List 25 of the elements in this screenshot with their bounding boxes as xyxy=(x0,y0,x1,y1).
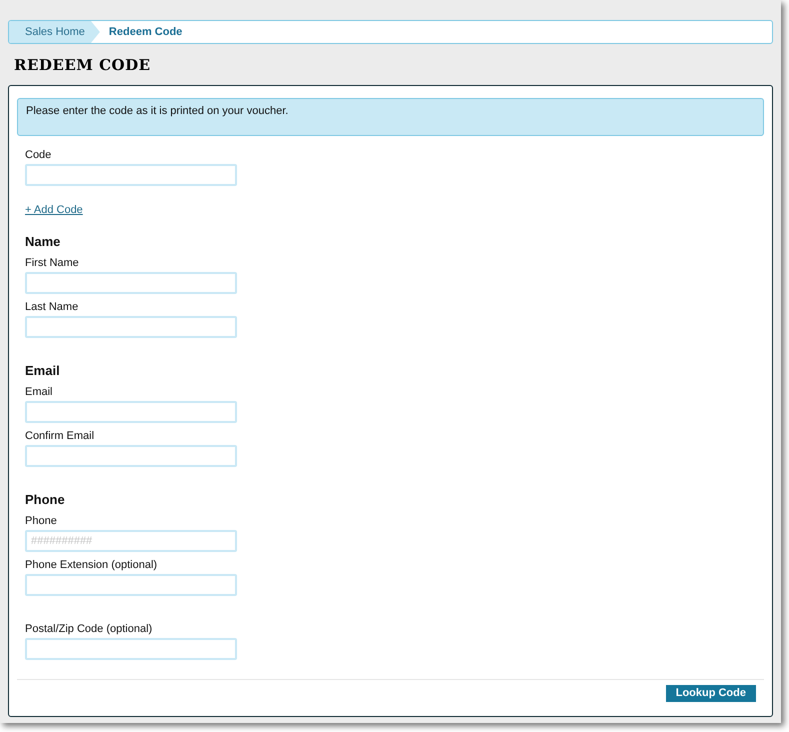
input-field[interactable] xyxy=(25,638,237,660)
field-label: Confirm Email xyxy=(25,429,94,443)
field-label: Email xyxy=(25,385,53,399)
field-label: Last Name xyxy=(25,300,78,314)
submit-button[interactable]: Lookup Code xyxy=(666,685,756,702)
section-heading: Phone xyxy=(25,492,65,508)
section-heading: Name xyxy=(25,234,60,250)
input-field[interactable] xyxy=(25,164,237,186)
field-label: First Name xyxy=(25,256,79,270)
breadcrumb-item: Redeem Code xyxy=(108,24,184,40)
input-field[interactable] xyxy=(25,272,237,294)
input-field[interactable] xyxy=(25,316,237,338)
input-field[interactable] xyxy=(25,401,237,423)
section-heading: Email xyxy=(25,363,60,379)
field-label: Postal/Zip Code (optional) xyxy=(25,622,152,636)
add-code-link[interactable]: + Add Code xyxy=(25,203,83,217)
input-field[interactable]: ########## xyxy=(25,530,237,552)
field-label: Phone xyxy=(25,514,57,528)
breadcrumb-item[interactable]: Sales Home xyxy=(9,21,100,43)
field-label: Phone Extension (optional) xyxy=(25,558,158,572)
input-field[interactable] xyxy=(25,445,237,467)
input-field[interactable] xyxy=(25,574,237,596)
info-message: Please enter the code as it is printed on your voucher. xyxy=(17,98,764,136)
field-label: Code xyxy=(25,148,52,162)
page-title: REDEEM CODE xyxy=(14,56,151,74)
